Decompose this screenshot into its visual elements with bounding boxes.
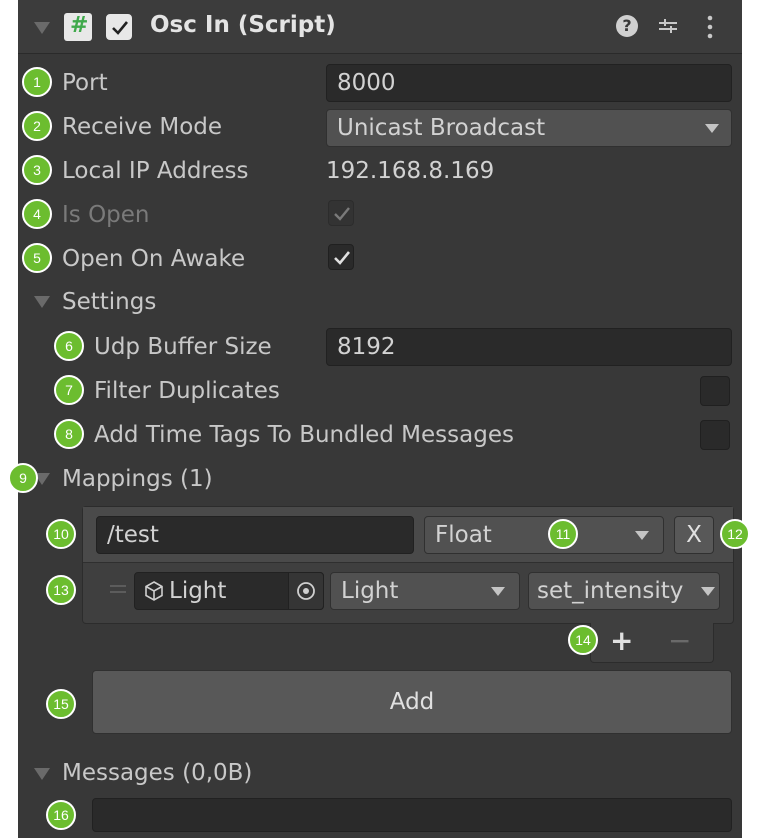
filter-duplicates-checkbox[interactable] [700, 376, 730, 406]
method-value: set_intensity [537, 578, 684, 604]
list-footer [590, 623, 714, 663]
port-label: Port [62, 70, 108, 96]
annotation-badge-8: 8 [54, 419, 84, 449]
annotation-badge-6: 6 [54, 331, 84, 361]
local-ip-value: 192.168.8.169 [326, 158, 495, 184]
target-object-value: Light [169, 578, 227, 604]
add-mapping-button[interactable]: Add [92, 670, 732, 734]
remove-row-button[interactable]: − [668, 624, 691, 657]
chevron-down-icon [491, 587, 505, 596]
component-value: Light [341, 578, 399, 604]
receive-mode-dropdown[interactable]: Unicast Broadcast [326, 109, 732, 147]
annotation-badge-13: 13 [46, 575, 76, 605]
annotation-badge-7: 7 [54, 375, 84, 405]
annotation-badge-10: 10 [46, 519, 76, 549]
is-open-label: Is Open [62, 202, 150, 228]
settings-foldout-label[interactable]: Settings [62, 289, 156, 315]
kebab-menu-icon[interactable] [706, 14, 714, 40]
udp-buffer-input[interactable]: 8192 [326, 328, 732, 366]
chevron-down-icon [705, 124, 719, 133]
type-value: Float [435, 522, 492, 548]
annotation-badge-3: 3 [22, 155, 52, 185]
inspector-panel: # Osc In (Script) ? Port 8000 Receive Mo… [18, 0, 742, 838]
messages-foldout-label[interactable]: Messages (0,0B) [62, 760, 252, 786]
receive-mode-label: Receive Mode [62, 114, 223, 140]
annotation-badge-5: 5 [22, 243, 52, 273]
component-header[interactable]: # Osc In (Script) ? [18, 0, 742, 54]
method-dropdown[interactable]: set_intensity [528, 572, 720, 610]
open-on-awake-checkbox[interactable] [328, 244, 354, 270]
component-dropdown[interactable]: Light [330, 572, 520, 610]
type-dropdown[interactable]: Float [424, 516, 664, 554]
remove-mapping-button[interactable]: X [674, 516, 714, 554]
chevron-down-icon [635, 531, 649, 540]
annotation-badge-12: 12 [720, 519, 750, 549]
annotation-badge-11: 11 [548, 519, 578, 549]
add-time-tags-checkbox[interactable] [700, 420, 730, 450]
port-input[interactable]: 8000 [326, 64, 732, 102]
messages-field[interactable] [92, 798, 732, 832]
object-picker-button[interactable] [288, 572, 324, 610]
target-icon [297, 582, 315, 600]
annotation-badge-16: 16 [46, 800, 76, 830]
add-row-button[interactable]: + [610, 624, 633, 657]
annotation-badge-4: 4 [22, 199, 52, 229]
enabled-checkbox[interactable] [106, 14, 132, 40]
udp-buffer-label: Udp Buffer Size [94, 334, 272, 360]
drag-handle-icon[interactable] [110, 580, 126, 593]
settings-foldout-icon[interactable] [34, 296, 50, 308]
annotation-badge-14: 14 [568, 625, 598, 655]
local-ip-label: Local IP Address [62, 158, 249, 184]
messages-foldout-icon[interactable] [34, 768, 50, 780]
receive-mode-value: Unicast Broadcast [337, 115, 546, 141]
is-open-checkbox [328, 200, 354, 226]
address-input[interactable]: /test [96, 516, 414, 554]
annotation-badge-9: 9 [8, 463, 38, 493]
annotation-badge-1: 1 [22, 67, 52, 97]
chevron-down-icon [701, 587, 715, 596]
mappings-foldout-label[interactable]: Mappings (1) [62, 466, 213, 492]
add-time-tags-label: Add Time Tags To Bundled Messages [94, 422, 514, 448]
annotation-badge-2: 2 [22, 111, 52, 141]
script-icon: # [64, 13, 92, 41]
help-icon[interactable]: ? [616, 15, 638, 37]
open-on-awake-label: Open On Awake [62, 246, 246, 272]
annotation-badge-15: 15 [46, 689, 76, 719]
component-title: Osc In (Script) [150, 12, 336, 38]
preset-sliders-icon[interactable] [656, 14, 680, 38]
foldout-arrow-icon[interactable] [34, 22, 50, 34]
cube-icon [143, 580, 165, 602]
filter-duplicates-label: Filter Duplicates [94, 378, 280, 404]
